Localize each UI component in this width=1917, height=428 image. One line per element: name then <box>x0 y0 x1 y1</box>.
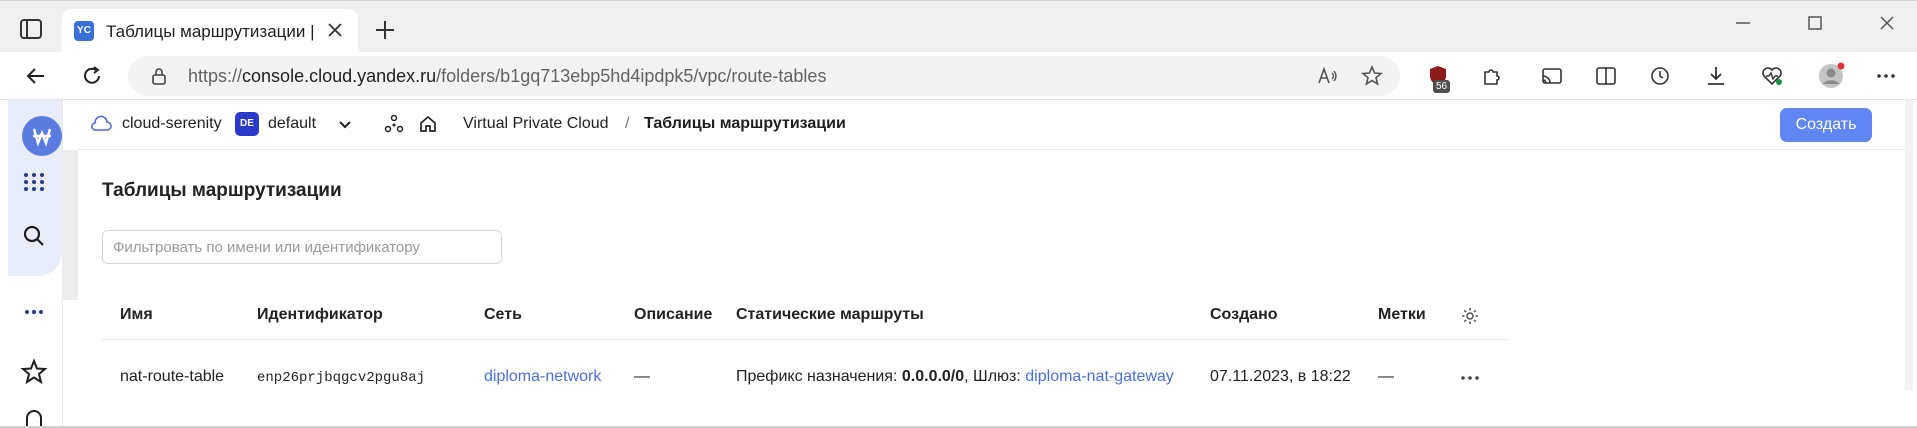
yandex-cloud-favicon-icon: YC <box>74 21 94 41</box>
chevron-down-icon[interactable] <box>336 116 354 134</box>
column-header-created[interactable]: Создано <box>1210 306 1278 324</box>
column-header-id[interactable]: Идентификатор <box>257 306 383 324</box>
read-aloud-icon[interactable] <box>1316 64 1340 88</box>
column-header-network[interactable]: Сеть <box>484 306 522 324</box>
split-screen-icon[interactable] <box>1594 64 1618 88</box>
more-menu-icon[interactable] <box>1874 64 1898 88</box>
profile-avatar[interactable] <box>1817 62 1845 90</box>
cell-created: 07.11.2023, в 18:22 <box>1210 368 1351 385</box>
maximize-icon[interactable] <box>1805 13 1825 33</box>
url-path: /folders/b1gq713ebp5hd4ipdpk5/vpc/route-… <box>436 66 827 86</box>
folder-badge: DE <box>235 112 259 136</box>
browser-nav-bar: https://console.cloud.yandex.ru/folders/… <box>0 52 1917 100</box>
new-tab-icon[interactable] <box>374 19 396 41</box>
page-title: Таблицы маршрутизации <box>102 180 342 201</box>
tab-close-icon[interactable] <box>326 21 344 39</box>
cell-labels: — <box>1378 368 1394 385</box>
breadcrumb-service[interactable]: Virtual Private Cloud <box>463 115 609 133</box>
yandex-cloud-logo[interactable] <box>22 116 62 156</box>
cell-routes: Префикс назначения: 0.0.0.0/0, Шлюз: dip… <box>736 368 1174 386</box>
notifications-bell-icon[interactable] <box>18 404 50 426</box>
address-bar[interactable]: https://console.cloud.yandex.ru/folders/… <box>128 56 1400 96</box>
search-icon[interactable] <box>18 220 50 252</box>
cast-icon[interactable] <box>1540 64 1564 88</box>
services-grid-icon[interactable] <box>18 166 50 198</box>
extensions-puzzle-icon[interactable] <box>1480 64 1504 88</box>
table-row[interactable]: nat-route-table enp26prjbqgcv2pgu8aj dip… <box>102 350 1507 406</box>
table-header: Имя Идентификатор Сеть Описание Статичес… <box>102 294 1507 340</box>
browser-essentials-icon[interactable] <box>1760 64 1784 88</box>
console-header: cloud-serenity DE default Virtual Privat… <box>78 100 1905 150</box>
browser-tab-bar: YC Таблицы маршрутизации | Yandex <box>0 0 1917 53</box>
column-header-labels[interactable]: Метки <box>1378 306 1426 324</box>
row-actions-menu-icon[interactable] <box>1458 368 1482 388</box>
service-hierarchy-icon[interactable] <box>384 114 404 134</box>
cloud-name[interactable]: cloud-serenity <box>122 115 222 133</box>
column-header-description[interactable]: Описание <box>634 306 712 324</box>
home-icon[interactable] <box>418 114 438 134</box>
route-gateway-label: , Шлюз: <box>964 368 1021 385</box>
tab-title: Таблицы маршрутизации | Yandex <box>106 22 320 41</box>
cloud-icon <box>90 114 112 134</box>
downloads-icon[interactable] <box>1704 64 1728 88</box>
breadcrumb-current: Таблицы маршрутизации <box>644 115 846 132</box>
url-text[interactable]: https://console.cloud.yandex.ru/folders/… <box>188 66 826 87</box>
folder-name[interactable]: default <box>268 115 316 133</box>
cell-name[interactable]: nat-route-table <box>120 368 224 386</box>
create-button[interactable]: Создать <box>1780 108 1872 142</box>
more-services-icon[interactable] <box>18 296 50 328</box>
browser-tab-active[interactable]: YC Таблицы маршрутизации | Yandex <box>62 9 358 53</box>
route-prefix-label: Префикс назначения: <box>736 368 898 385</box>
url-prefix: https:// <box>188 66 243 86</box>
minimize-icon[interactable] <box>1733 13 1753 33</box>
lock-icon[interactable] <box>150 66 168 86</box>
url-host: console.cloud.yandex.ru <box>242 66 437 86</box>
filter-input[interactable] <box>102 230 502 264</box>
column-header-routes[interactable]: Статические маршруты <box>736 306 924 324</box>
reload-icon[interactable] <box>80 64 104 88</box>
close-window-icon[interactable] <box>1877 13 1897 33</box>
favorites-star-icon[interactable] <box>18 356 50 388</box>
route-prefix-value: 0.0.0.0/0 <box>901 368 965 385</box>
right-scrollbar[interactable] <box>1905 100 1913 390</box>
breadcrumb-separator: / <box>625 115 630 132</box>
favorite-star-icon[interactable] <box>1360 64 1384 88</box>
content-side-strip <box>62 150 78 300</box>
history-icon[interactable] <box>1648 64 1672 88</box>
window-controls <box>1717 1 1917 45</box>
cell-network-link[interactable]: diploma-network <box>484 368 601 386</box>
column-header-name[interactable]: Имя <box>120 306 153 324</box>
extension-badge-count: 56 <box>1433 80 1451 93</box>
back-arrow-icon[interactable] <box>24 64 48 88</box>
table-settings-gear-icon[interactable] <box>1460 306 1480 326</box>
route-gateway-link[interactable]: diploma-nat-gateway <box>1025 368 1174 385</box>
tab-actions-icon[interactable] <box>20 19 44 41</box>
cell-description: — <box>634 368 650 385</box>
cell-id: enp26prjbqgcv2pgu8aj <box>257 370 426 386</box>
